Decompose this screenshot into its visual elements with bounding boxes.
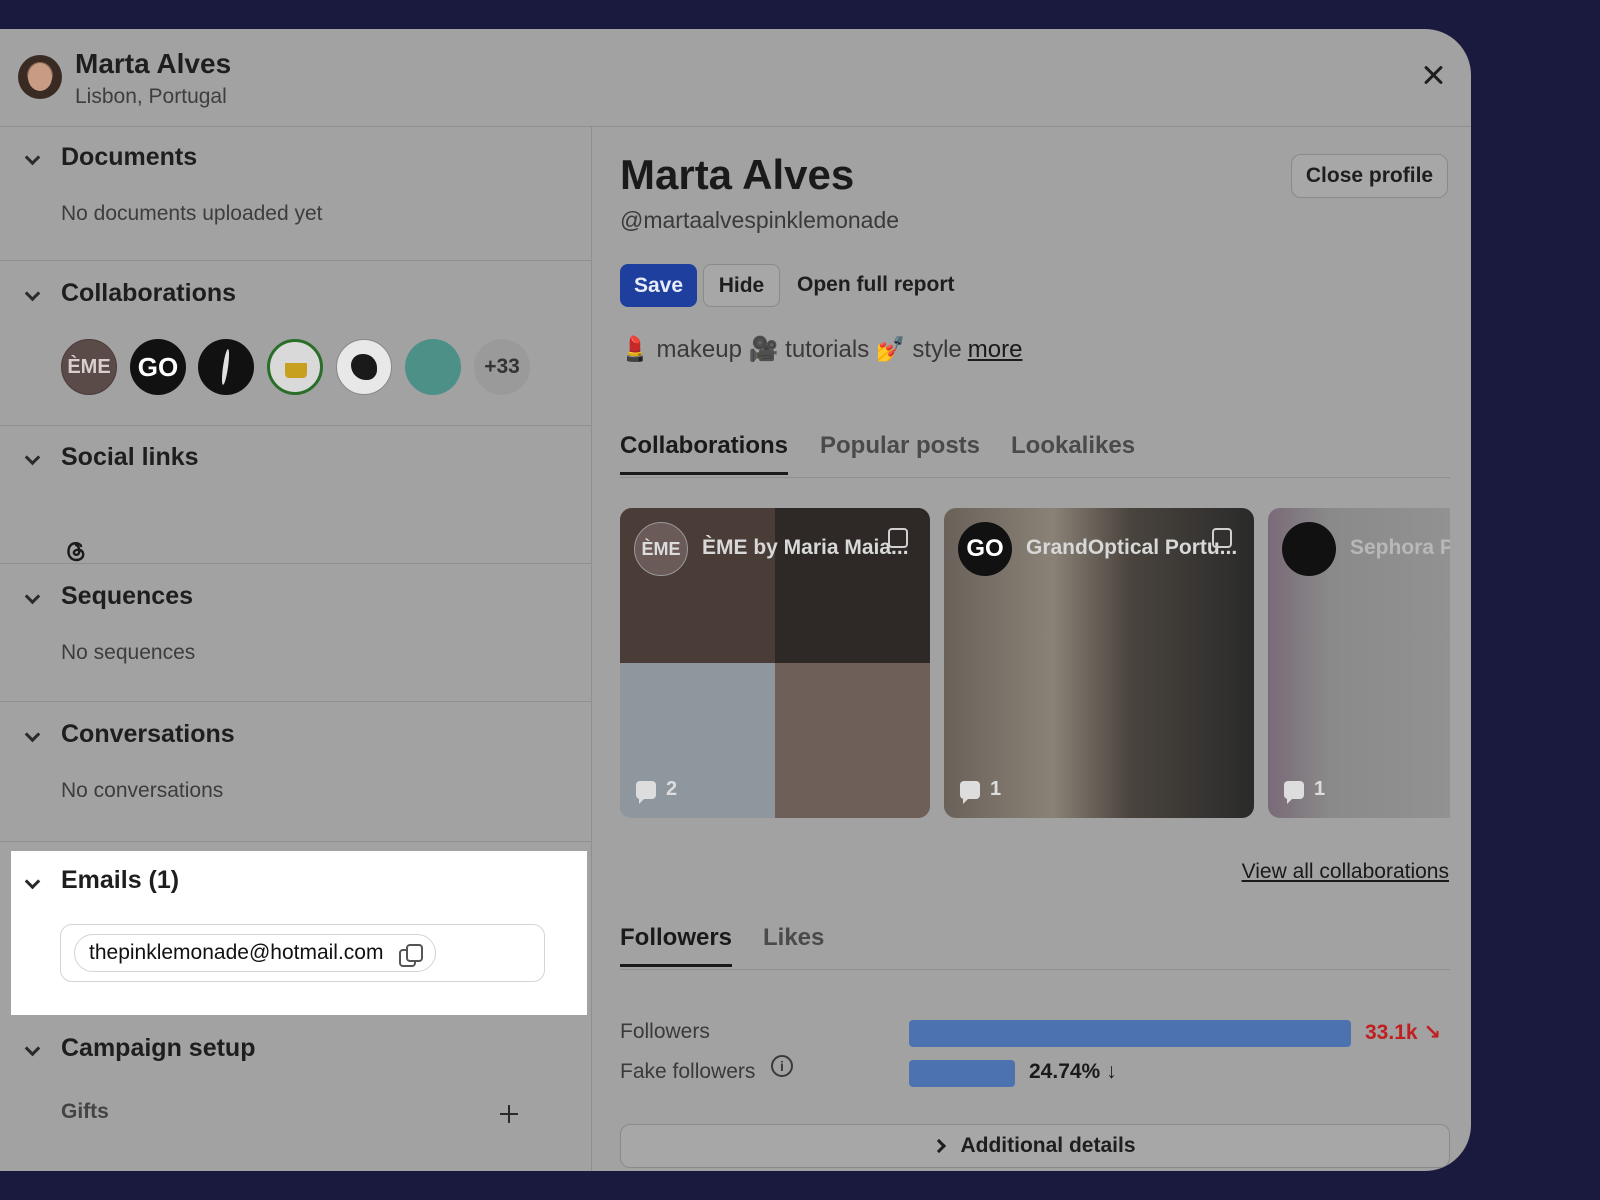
external-link-icon[interactable] [1212,528,1232,548]
view-all-collaborations-link[interactable]: View all collaborations [1242,860,1449,884]
bio-more-link[interactable]: more [968,336,1023,363]
metric-value: 24.74% [1029,1060,1101,1083]
comment-icon [1284,780,1304,804]
header-location: Lisbon, Portugal [75,85,227,108]
tab-likes[interactable]: Likes [763,924,824,964]
brand-logo-eme[interactable]: ÈME [61,339,117,395]
comment-number: 1 [1314,778,1326,800]
brand-logo-sephora[interactable] [198,339,254,395]
brand-logo-rose[interactable] [336,339,392,395]
empty-text: No conversations [61,779,224,802]
section-title[interactable]: Social links [61,443,199,472]
profile-modal: Marta Alves Lisbon, Portugal Documents N… [0,29,1471,1171]
brand-logo-go[interactable]: GO [130,339,186,395]
section-title[interactable]: Emails (1) [61,866,179,895]
copy-icon[interactable] [399,944,424,967]
close-icon[interactable] [1418,60,1448,90]
save-button[interactable]: Save [620,264,697,307]
brand-logo-go: GO [958,522,1012,576]
metric-label: Fake followers [620,1060,756,1083]
section-title[interactable]: Documents [61,143,197,172]
collab-card[interactable]: GO GrandOptical Portu... 1 [944,508,1254,818]
collab-card[interactable]: Sephora P 1 [1268,508,1450,818]
card-title: ÈME by Maria Maia... [702,536,909,559]
tab-lookalikes[interactable]: Lookalikes [1011,432,1135,472]
section-emails: Emails (1) thepinklemonade@hotmail.com [11,851,587,1015]
modal-header: Marta Alves Lisbon, Portugal [0,29,1471,127]
open-full-report-link[interactable]: Open full report [797,273,955,297]
brand-logo-teal[interactable] [405,339,461,395]
metric-value: 33.1k [1365,1021,1418,1044]
gifts-label: Gifts [61,1100,109,1123]
hide-button[interactable]: Hide [703,264,780,307]
chevron-down-icon[interactable] [25,1043,39,1057]
brand-logo-basket[interactable] [267,339,323,395]
tab-collaborations[interactable]: Collaborations [620,432,789,475]
section-title[interactable]: Conversations [61,720,235,749]
content-tabs: Collaborations Popular posts Lookalikes [620,432,1450,478]
card-title: Sephora P [1350,536,1450,559]
right-panel: Marta Alves @martaalvespinklemonade Clos… [593,127,1471,1171]
more-collabs-count[interactable]: +33 [474,339,530,395]
profile-handle: @martaalvespinklemonade [620,207,900,233]
email-address: thepinklemonade@hotmail.com [89,941,384,964]
chevron-down-icon[interactable] [25,152,39,166]
chevron-down-icon[interactable] [25,452,39,466]
avatar [18,55,62,99]
stats-tabs: Followers Likes [620,924,1450,970]
left-panel: Documents No documents uploaded yet Coll… [0,127,592,1171]
email-chip[interactable]: thepinklemonade@hotmail.com [74,934,437,972]
brand-logo-sephora [1282,522,1336,576]
chevron-down-icon[interactable] [25,288,39,302]
comment-number: 2 [666,778,678,800]
chevron-down-icon[interactable] [25,876,39,890]
bio-text: 💄 makeup 🎥 tutorials 💅 style [620,336,962,363]
collab-card[interactable]: ÈME ÈME by Maria Maia... 2 [620,508,930,818]
additional-details-label: Additional details [960,1134,1136,1157]
section-conversations: Conversations No conversations [0,702,592,842]
additional-details-button[interactable]: Additional details [620,1124,1450,1168]
arrow-down-icon: ↓ [1106,1060,1117,1083]
followers-bar [909,1020,1351,1047]
comment-icon [960,780,980,804]
threads-icon[interactable] [63,538,89,564]
section-title[interactable]: Sequences [61,582,193,611]
collab-cards: ÈME ÈME by Maria Maia... 2 GO GrandOptic… [620,508,1450,818]
close-profile-button[interactable]: Close profile [1291,154,1448,198]
empty-text: No sequences [61,641,196,664]
card-title: GrandOptical Portu... [1026,536,1238,559]
fake-followers-bar [909,1060,1015,1087]
comment-count: 1 [960,778,1002,804]
trend-down-icon: ↘ [1423,1021,1442,1044]
followers-value: 33.1k ↘ [1365,1020,1441,1045]
brand-logo-eme: ÈME [634,522,688,576]
chevron-right-icon [932,1138,947,1154]
tab-popular-posts[interactable]: Popular posts [820,432,980,472]
comment-icon [636,780,656,804]
add-gift-icon[interactable] [500,1105,518,1123]
section-title[interactable]: Collaborations [61,279,236,308]
section-title[interactable]: Campaign setup [61,1034,255,1063]
section-documents: Documents No documents uploaded yet [0,127,592,261]
fake-followers-value: 24.74% ↓ [1029,1060,1117,1084]
chevron-down-icon[interactable] [25,729,39,743]
comment-number: 1 [990,778,1002,800]
section-campaign-setup: Campaign setup Gifts [0,1015,592,1171]
chevron-down-icon[interactable] [25,591,39,605]
external-link-icon[interactable] [888,528,908,548]
info-icon[interactable]: i [771,1055,793,1077]
section-sequences: Sequences No sequences [0,564,592,702]
comment-count: 1 [1284,778,1326,804]
metric-label: Followers [620,1020,710,1043]
profile-name: Marta Alves [620,151,855,198]
header-name: Marta Alves [75,48,232,79]
tab-followers[interactable]: Followers [620,924,733,967]
empty-text: No documents uploaded yet [61,202,323,225]
profile-bio: 💄 makeup 🎥 tutorials 💅 style more [620,335,1022,364]
comment-count: 2 [636,778,678,804]
email-list: thepinklemonade@hotmail.com [60,924,545,982]
